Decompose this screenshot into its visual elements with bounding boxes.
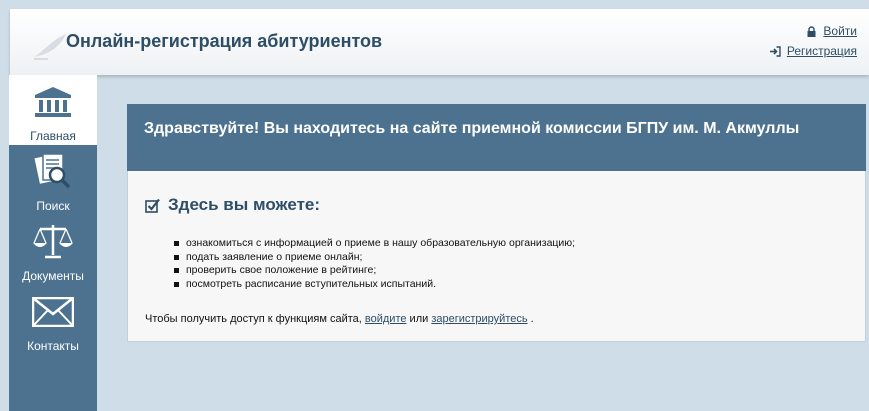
auth-links: Войти Регистрация xyxy=(769,21,857,61)
sidebar-item-contacts[interactable]: Контакты xyxy=(9,285,97,355)
note-or: или xyxy=(409,313,429,325)
sidebar-item-search[interactable]: Поиск xyxy=(9,145,97,215)
checkbox-checked-icon xyxy=(145,198,160,213)
register-row: Регистрация xyxy=(769,41,857,61)
page-title: Онлайн-регистрация абитуриентов xyxy=(66,31,383,51)
sign-in-icon xyxy=(769,45,781,57)
list-item: ознакомиться с информацией о приеме в на… xyxy=(174,237,575,251)
header: Онлайн-регистрация абитуриентов Войти Ре… xyxy=(10,9,869,75)
welcome-card: Здравствуйте! Вы находитесь на сайте при… xyxy=(127,104,866,342)
note-register-link[interactable]: зарегистрируйтесь xyxy=(431,313,527,325)
sidebar-item-home[interactable]: Главная xyxy=(9,75,97,145)
section-title: Здесь вы можете: xyxy=(145,195,320,215)
envelope-icon xyxy=(32,297,74,327)
institution-icon xyxy=(35,87,71,117)
login-row: Войти xyxy=(770,21,857,41)
logo-quill-icon xyxy=(34,34,66,60)
sidebar-item-documents[interactable]: Документы xyxy=(9,215,97,285)
sidebar-item-label: Контакты xyxy=(27,339,79,353)
sidebar-item-label: Документы xyxy=(22,269,84,283)
login-link[interactable]: Войти xyxy=(823,24,857,38)
register-link[interactable]: Регистрация xyxy=(787,44,857,58)
features-list: ознакомиться с информацией о приеме в на… xyxy=(174,237,575,291)
lock-icon xyxy=(807,25,816,37)
welcome-heading: Здравствуйте! Вы находитесь на сайте при… xyxy=(127,104,866,171)
list-item: посмотреть расписание вступительных испы… xyxy=(174,278,575,292)
list-item: подать заявление о приеме онлайн; xyxy=(174,251,575,265)
note-login-link[interactable]: войдите xyxy=(365,313,407,325)
sidebar: Главная Поиск Документы Контакты xyxy=(9,75,97,411)
scales-icon xyxy=(33,225,73,259)
sidebar-item-label: Главная xyxy=(30,129,76,143)
section-title-text: Здесь вы можете: xyxy=(168,195,321,214)
list-item: проверить свое положение в рейтинге; xyxy=(174,264,575,278)
note-prefix: Чтобы получить доступ к функциям сайта, xyxy=(145,313,362,325)
sidebar-item-label: Поиск xyxy=(36,199,70,213)
note-end: . xyxy=(530,313,534,325)
document-search-icon xyxy=(34,153,71,189)
access-note: Чтобы получить доступ к функциям сайта, … xyxy=(145,313,534,325)
